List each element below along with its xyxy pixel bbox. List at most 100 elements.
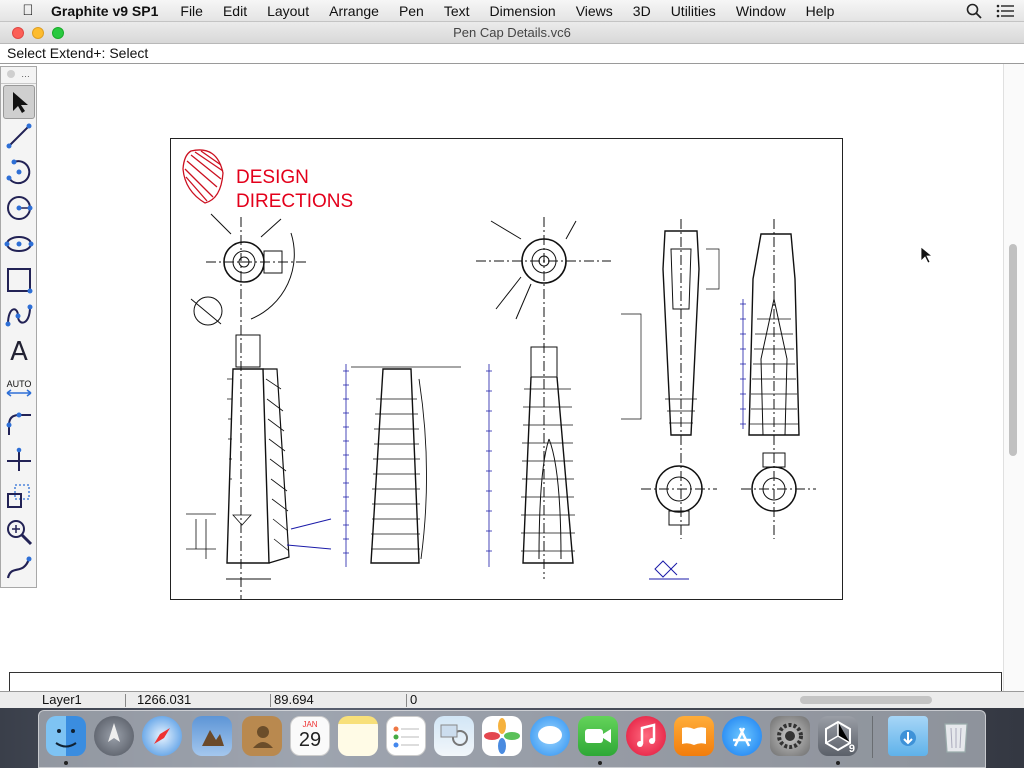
dock-separator — [872, 716, 873, 758]
perpendicular-icon — [7, 447, 31, 471]
fillet-icon — [6, 412, 31, 435]
auto-label: AUTO — [6, 379, 32, 389]
arc-icon — [6, 159, 31, 185]
ellipse-tool[interactable] — [3, 227, 35, 261]
spotlight-search-icon[interactable] — [966, 3, 982, 19]
running-indicator — [598, 761, 602, 765]
spline-tool[interactable] — [3, 299, 35, 333]
tool-palette: … A AUTO — [0, 66, 37, 588]
vertical-scroll-thumb[interactable] — [1009, 244, 1017, 456]
trash-icon[interactable] — [936, 716, 976, 756]
pen-cap-logo-icon — [182, 149, 224, 204]
svg-text:…: … — [21, 69, 30, 79]
mouse-cursor-icon — [920, 246, 934, 264]
datum-symbol-icon — [649, 560, 689, 580]
end-view-middle — [476, 217, 611, 579]
drawing-sheet[interactable]: DESIGN DIRECTIONS — [170, 138, 843, 600]
graphite-badge: 9 — [848, 743, 855, 755]
menu-help[interactable]: Help — [806, 3, 835, 19]
menu-pen[interactable]: Pen — [399, 3, 424, 19]
notes-icon[interactable] — [338, 716, 378, 756]
app-store-icon[interactable] — [722, 716, 762, 756]
menu-text[interactable]: Text — [444, 3, 470, 19]
menu-dimension[interactable]: Dimension — [490, 3, 556, 19]
side-view-right — [621, 219, 720, 539]
y-coordinate: 89.694 — [274, 692, 314, 707]
horizontal-scroll-thumb[interactable] — [800, 696, 932, 704]
calendar-day: 29 — [298, 729, 322, 751]
fillet-tool[interactable] — [3, 407, 35, 441]
tool-palette-header[interactable]: … — [1, 67, 36, 84]
profile-view-b — [521, 346, 575, 564]
circle-tool[interactable] — [3, 191, 35, 225]
message-bar: Select Extend+: Select — [0, 44, 1024, 64]
status-divider — [406, 694, 407, 707]
marquee-icon — [7, 484, 30, 508]
photo-booth-icon[interactable] — [434, 716, 474, 756]
front-view-right — [741, 219, 816, 539]
reminders-icon[interactable] — [386, 716, 426, 756]
end-view-left — [190, 213, 306, 599]
calendar-icon[interactable]: JAN 29 — [290, 716, 330, 756]
text-a-icon: A — [10, 337, 28, 367]
menu-edit[interactable]: Edit — [223, 3, 247, 19]
status-divider — [125, 694, 126, 707]
safari-icon[interactable] — [142, 716, 182, 756]
palette-close-icon[interactable]: … — [1, 67, 31, 81]
drawing-title-line2: DIRECTIONS — [236, 191, 353, 212]
contacts-icon[interactable] — [242, 716, 282, 756]
select-tool[interactable] — [3, 85, 35, 119]
graphite-app-icon[interactable]: 9 — [818, 716, 858, 756]
drawing-title-line1: DESIGN — [236, 167, 309, 188]
zoom-tool[interactable] — [3, 515, 35, 549]
status-bar: Layer1 1266.031 89.694 0 — [0, 691, 1024, 708]
arrow-select-icon — [13, 92, 28, 113]
layer-name[interactable]: Layer1 — [42, 692, 82, 708]
menu-bar:  Graphite v9 SP1 File Edit Layout Arran… — [0, 0, 1024, 22]
system-preferences-icon[interactable] — [770, 716, 810, 756]
rectangle-tool[interactable] — [3, 263, 35, 297]
vertical-scrollbar[interactable] — [1003, 64, 1024, 691]
photos-icon[interactable] — [482, 716, 522, 756]
menu-layout[interactable]: Layout — [267, 3, 309, 19]
menu-views[interactable]: Views — [576, 3, 613, 19]
pen-cap-drawing: DESIGN DIRECTIONS — [182, 149, 816, 599]
running-indicator — [836, 761, 840, 765]
menu-file[interactable]: File — [180, 3, 203, 19]
itunes-icon[interactable] — [626, 716, 666, 756]
window-title-bar[interactable]: Pen Cap Details.vc6 — [0, 22, 1024, 44]
downloads-folder-icon[interactable] — [888, 716, 928, 756]
auto-dimension-tool[interactable]: AUTO — [3, 371, 35, 405]
launchpad-icon[interactable] — [94, 716, 134, 756]
menu-3d[interactable]: 3D — [633, 3, 651, 19]
ellipse-icon — [4, 236, 34, 252]
ibooks-icon[interactable] — [674, 716, 714, 756]
dimension-arrow-icon — [6, 389, 32, 397]
menu-utilities[interactable]: Utilities — [671, 3, 716, 19]
preview-icon[interactable] — [192, 716, 232, 756]
rectangle-icon — [7, 268, 33, 294]
zoom-icon — [7, 520, 33, 546]
line-tool[interactable] — [3, 119, 35, 153]
menu-arrange[interactable]: Arrange — [329, 3, 379, 19]
line-icon — [6, 123, 32, 149]
status-divider — [270, 694, 271, 707]
arc-tool[interactable] — [3, 155, 35, 189]
dimension-ladder-a — [343, 364, 349, 567]
circle-icon — [7, 196, 33, 220]
menu-window[interactable]: Window — [736, 3, 786, 19]
rectangle-select-tool[interactable] — [3, 479, 35, 513]
app-menu[interactable]: Graphite v9 SP1 — [51, 3, 158, 19]
x-coordinate: 1266.031 — [137, 692, 192, 707]
facetime-icon[interactable] — [578, 716, 618, 756]
pen-tool[interactable] — [3, 551, 35, 585]
notification-center-icon[interactable] — [996, 4, 1014, 18]
text-tool[interactable]: A — [3, 335, 35, 369]
menu-extras — [966, 0, 1014, 22]
perpendicular-tool[interactable] — [3, 443, 35, 477]
messages-icon[interactable] — [530, 716, 570, 756]
apple-menu-icon[interactable]:  — [17, 2, 39, 19]
pen-curve-icon — [6, 556, 32, 579]
finder-icon[interactable] — [46, 716, 86, 756]
window-title: Pen Cap Details.vc6 — [453, 25, 571, 40]
